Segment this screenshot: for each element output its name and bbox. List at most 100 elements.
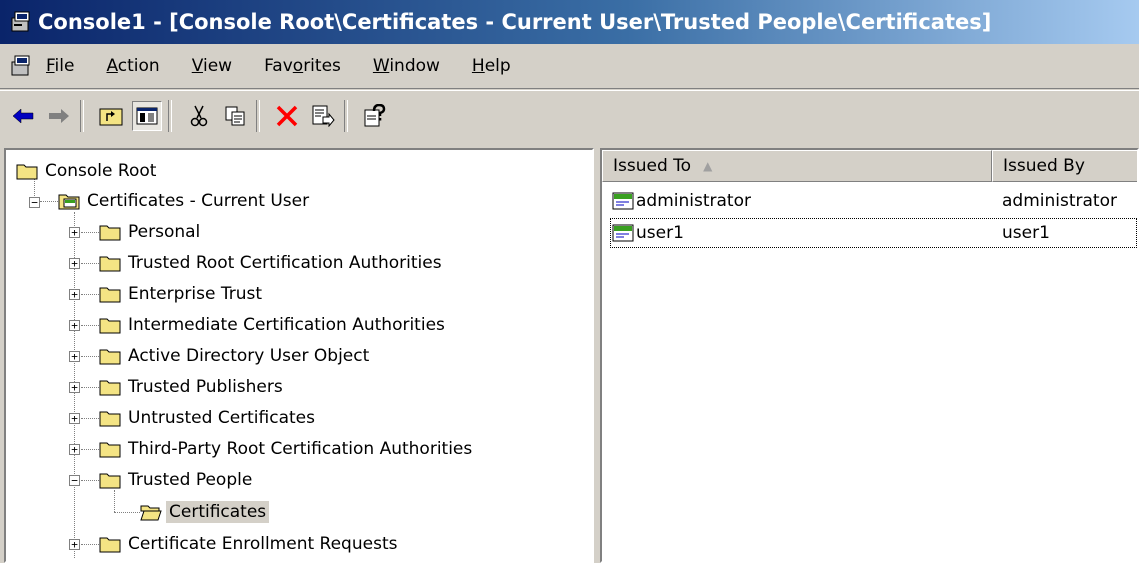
menu-favorites[interactable]: Favorites <box>264 56 341 76</box>
expand-toggle[interactable]: + <box>69 413 80 424</box>
expand-toggle[interactable]: + <box>69 444 80 455</box>
tree-connector <box>81 480 99 481</box>
tree-node-enterprise-trust[interactable]: Enterprise Trust <box>99 279 265 309</box>
tree-node-certificate-enrollment-requests[interactable]: Certificate Enrollment Requests <box>99 529 400 559</box>
up-folder-icon <box>99 108 123 126</box>
folder-icon <box>99 349 121 365</box>
cut-button[interactable] <box>184 101 214 131</box>
tree-connector <box>114 512 140 513</box>
tree-node-label: Certificate Enrollment Requests <box>128 534 398 554</box>
menu-help[interactable]: Help <box>472 56 511 76</box>
folder-icon <box>16 164 38 180</box>
menu-action-mnemonic: A <box>106 56 118 76</box>
menu-help-rest: elp <box>484 56 511 76</box>
console-document-icon[interactable] <box>10 54 34 78</box>
column-header-label: Issued By <box>1003 156 1085 176</box>
toolbar <box>0 90 1139 141</box>
tree-connector <box>81 449 99 450</box>
export-list-icon <box>312 105 335 127</box>
menu-view-rest: iew <box>202 56 233 76</box>
menu-bar: File Action View Favorites Window Help <box>0 44 1139 89</box>
expand-toggle[interactable]: + <box>69 227 80 238</box>
certificate-icon <box>612 192 634 210</box>
toolbar-separator <box>168 100 172 132</box>
expand-toggle[interactable]: + <box>69 289 80 300</box>
expand-toggle[interactable]: + <box>69 258 80 269</box>
title-bar[interactable]: Console1 - [Console Root\Certificates - … <box>0 0 1139 44</box>
delete-button[interactable] <box>272 101 302 131</box>
tree-node-console-root[interactable]: Console Root <box>16 156 159 186</box>
folder-icon <box>99 287 121 303</box>
certificate-icon <box>612 224 634 242</box>
issued-by-cell: user1 <box>1002 223 1050 243</box>
menu-favorites-mnemonic: o <box>292 56 304 76</box>
folder-icon <box>99 256 121 272</box>
folder-icon <box>99 225 121 241</box>
tree-node-label: Active Directory User Object <box>128 346 370 366</box>
tree-node-trusted-people[interactable]: Trusted People <box>99 465 255 495</box>
tree-node-label: Personal <box>128 222 201 242</box>
tree-node-trusted-root-ca[interactable]: Trusted Root Certification Authorities <box>99 248 445 278</box>
tree-node-untrusted-certificates[interactable]: Untrusted Certificates <box>99 403 318 433</box>
tree-node-trusted-publishers[interactable]: Trusted Publishers <box>99 372 286 402</box>
back-button[interactable] <box>8 101 38 131</box>
menu-help-mnemonic: H <box>471 56 485 76</box>
expand-toggle[interactable]: + <box>69 351 80 362</box>
column-header-issued-to[interactable]: Issued To ▲ <box>602 150 992 182</box>
tree-connector <box>114 490 115 512</box>
collapse-toggle[interactable]: − <box>29 197 40 208</box>
tree-node-intermediate-ca[interactable]: Intermediate Certification Authorities <box>99 310 448 340</box>
mmc-app-icon[interactable] <box>10 10 34 34</box>
tree-connector <box>81 418 99 419</box>
tree-connector <box>81 356 99 357</box>
details-list-pane[interactable]: Issued To ▲ Issued By administrator admi… <box>600 148 1139 563</box>
list-row-user1[interactable]: user1 user1 <box>610 218 1137 248</box>
copy-button[interactable] <box>220 101 250 131</box>
menu-window-rest: indow <box>389 56 440 76</box>
tree-node-third-party-root-ca[interactable]: Third-Party Root Certification Authoriti… <box>99 434 475 464</box>
tree-node-label: Console Root <box>45 161 157 181</box>
toolbar-separator <box>80 100 84 132</box>
help-button[interactable] <box>360 101 390 131</box>
menu-view-mnemonic: V <box>191 56 203 76</box>
list-row-administrator[interactable]: administrator administrator <box>602 186 1137 216</box>
tree-node-label: Third-Party Root Certification Authoriti… <box>128 439 473 459</box>
menu-favorites-pre: Fav <box>264 56 293 76</box>
folder-icon <box>99 537 121 553</box>
tree-connector <box>81 232 99 233</box>
expand-toggle[interactable]: + <box>69 320 80 331</box>
export-list-button[interactable] <box>308 101 338 131</box>
expand-toggle[interactable]: + <box>69 539 80 550</box>
tree-node-label: Trusted Publishers <box>128 377 283 397</box>
forward-arrow-icon <box>49 109 69 123</box>
expand-toggle[interactable]: + <box>69 382 80 393</box>
menu-file[interactable]: File <box>46 56 74 76</box>
toolbar-separator <box>256 100 260 132</box>
menu-action[interactable]: Action <box>106 56 159 76</box>
menu-view[interactable]: View <box>192 56 232 76</box>
certificates-snapin-icon <box>58 194 80 210</box>
menu-action-rest: ction <box>117 56 160 76</box>
tree-node-personal[interactable]: Personal <box>99 217 203 247</box>
tree-node-label: Intermediate Certification Authorities <box>128 315 445 335</box>
column-header-issued-by[interactable]: Issued By <box>992 150 1137 182</box>
tree-connector <box>81 263 99 264</box>
forward-button[interactable] <box>44 101 74 131</box>
tree-connector <box>81 294 99 295</box>
tree-node-active-directory-user-object[interactable]: Active Directory User Object <box>99 341 372 371</box>
tree-connector <box>81 544 99 545</box>
menu-window[interactable]: Window <box>373 56 440 76</box>
window-title: Console1 - [Console Root\Certificates - … <box>38 10 992 34</box>
tree-node-certificates[interactable]: Certificates <box>140 497 270 527</box>
up-one-level-button[interactable] <box>96 101 126 131</box>
tree-connector <box>81 325 99 326</box>
show-hide-console-tree-button[interactable] <box>132 101 162 131</box>
tree-node-label: Certificates - Current User <box>87 191 310 211</box>
folder-icon <box>99 442 121 458</box>
console-tree-pane[interactable]: Console Root − Certificates - Current Us… <box>4 148 594 563</box>
delete-icon <box>276 105 298 127</box>
tree-node-certificates-current-user[interactable]: Certificates - Current User <box>58 186 312 216</box>
menu-window-mnemonic: W <box>372 56 390 76</box>
collapse-toggle[interactable]: − <box>69 475 80 486</box>
sort-ascending-icon: ▲ <box>703 159 713 173</box>
